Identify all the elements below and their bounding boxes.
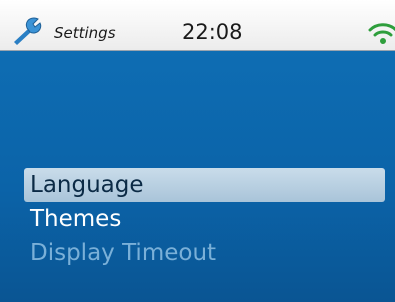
menu-item-themes[interactable]: Themes <box>24 202 385 236</box>
clock: 22:08 <box>182 20 243 44</box>
status-bar: Settings 22:08 <box>0 0 395 51</box>
menu-item-language[interactable]: Language <box>24 168 385 202</box>
wrench-icon <box>14 17 42 45</box>
menu-item-display-timeout[interactable]: Display Timeout <box>24 236 385 270</box>
app-title: Settings <box>54 24 116 42</box>
wifi-icon <box>368 23 395 44</box>
settings-content: Language Themes Display Timeout <box>0 51 395 302</box>
settings-menu: Language Themes Display Timeout <box>24 168 385 270</box>
settings-screen: Settings 22:08 Language Themes Display T… <box>0 0 395 302</box>
